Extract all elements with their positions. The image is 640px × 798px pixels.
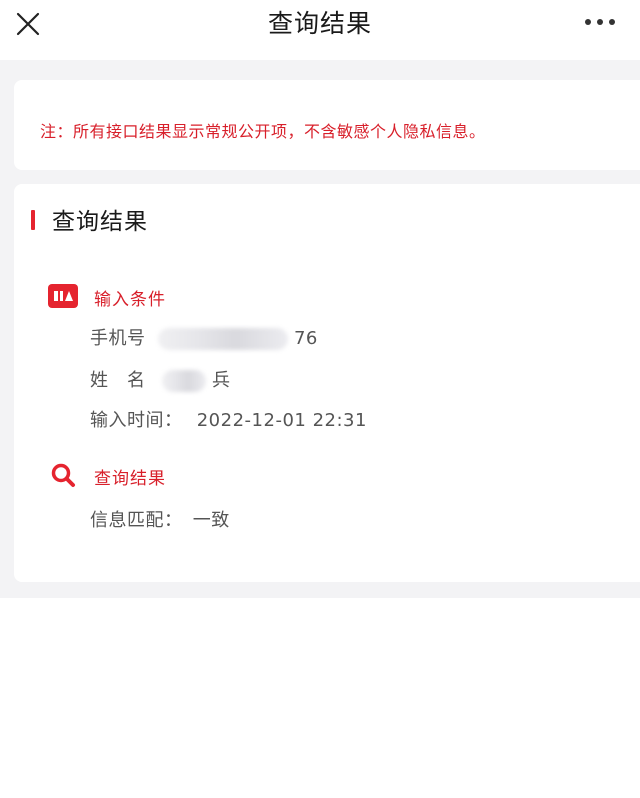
time-label: 输入时间： (90, 410, 183, 431)
result-card: 查询结果 输入条件 手机号 76 姓 名 兵 输入时间： 2022-12-01 … (14, 184, 640, 582)
section-accent-bar (31, 210, 35, 230)
phone-label: 手机号 (90, 328, 146, 349)
notice-card: 注：所有接口结果显示常规公开项，不含敏感个人隐私信息。 (14, 80, 640, 170)
section-title: 查询结果 (52, 209, 148, 235)
phone-redacted (157, 328, 288, 350)
notice-text: 注：所有接口结果显示常规公开项，不含敏感个人隐私信息。 (40, 122, 486, 141)
page-title: 查询结果 (267, 9, 372, 38)
phone-value-suffix: 76 (293, 328, 318, 349)
phone-row: 手机号 76 (90, 324, 318, 350)
name-row: 姓 名 兵 (90, 366, 230, 392)
id-card-icon (48, 284, 78, 308)
query-result-title: 查询结果 (94, 469, 166, 489)
top-navigation-bar: 查询结果 (0, 0, 640, 60)
match-value: 一致 (192, 510, 230, 531)
input-conditions-title: 输入条件 (94, 290, 166, 310)
bottom-blank-area (0, 598, 640, 798)
name-label: 姓 名 (90, 370, 146, 391)
time-value: 2022-12-01 22:31 (196, 410, 367, 431)
name-redacted (161, 370, 206, 392)
time-row: 输入时间： 2022-12-01 22:31 (90, 406, 367, 432)
search-icon (51, 463, 75, 487)
match-row: 信息匹配： 一致 (90, 506, 230, 532)
more-icon[interactable] (584, 16, 616, 28)
match-label: 信息匹配： (90, 510, 183, 531)
name-value-suffix: 兵 (211, 370, 231, 391)
